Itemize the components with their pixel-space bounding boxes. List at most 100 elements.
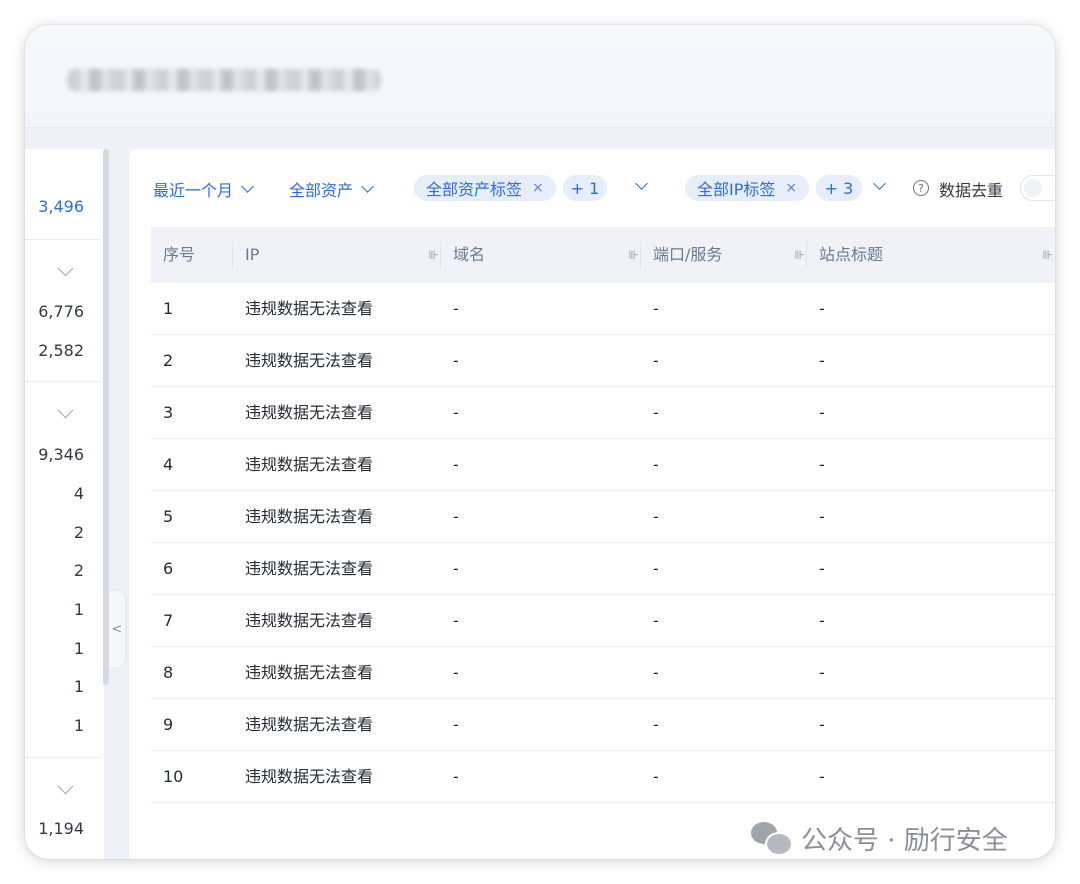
- main-panel: 最近一个月 全部资产 全部资产标签 × + 1 全部IP标签 × + 3 ? 数…: [129, 149, 1055, 859]
- blurred-page-title: [67, 69, 381, 91]
- table-row[interactable]: 6 违规数据无法查看 - - -: [151, 543, 1055, 595]
- chevron-down-icon: [361, 180, 374, 193]
- divider: [25, 239, 101, 240]
- table-row[interactable]: 7 违规数据无法查看 - - -: [151, 595, 1055, 647]
- table-cell: -: [453, 559, 459, 578]
- table-cell: -: [453, 767, 459, 786]
- table-cell: 3: [163, 403, 174, 422]
- ip-tag-chip[interactable]: 全部IP标签 ×: [685, 175, 810, 201]
- dedup-label: 数据去重: [939, 181, 1004, 200]
- table-cell: 6: [163, 559, 174, 578]
- table-cell: 违规数据无法查看: [245, 351, 374, 370]
- column-resize-icon[interactable]: ⊪: [429, 227, 439, 283]
- top-bar: [25, 25, 1055, 128]
- close-icon[interactable]: ×: [785, 180, 797, 196]
- table-row[interactable]: 5 违规数据无法查看 - - -: [151, 491, 1055, 543]
- stat-value[interactable]: 6,776: [38, 302, 84, 321]
- chevron-down-icon[interactable]: [635, 177, 648, 190]
- table-cell: -: [819, 403, 825, 422]
- dedup-toggle[interactable]: [1020, 175, 1055, 201]
- stat-total[interactable]: 3,496: [38, 197, 84, 216]
- table-cell: -: [819, 559, 825, 578]
- table-cell: -: [653, 507, 659, 526]
- table-row[interactable]: 9 违规数据无法查看 - - -: [151, 699, 1055, 751]
- table-cell: -: [653, 351, 659, 370]
- chevron-left-icon: <: [111, 621, 123, 637]
- chevron-down-icon[interactable]: [57, 402, 74, 419]
- table-row[interactable]: 4 违规数据无法查看 - - -: [151, 439, 1055, 491]
- left-stats-panel: 3,496 6,776 2,582 9,346 4 2 2 1 1 1 1 1,…: [25, 149, 104, 859]
- table-row[interactable]: 1 违规数据无法查看 - - -: [151, 283, 1055, 335]
- filter-bar: 最近一个月 全部资产 全部资产标签 × + 1 全部IP标签 × + 3 ? 数…: [129, 149, 1055, 227]
- asset-scope-dropdown[interactable]: 全部资产: [289, 177, 374, 201]
- table-cell: -: [653, 299, 659, 318]
- table-cell: 1: [163, 299, 174, 318]
- table-cell: 违规数据无法查看: [245, 663, 374, 682]
- stat-value[interactable]: 4: [74, 484, 84, 503]
- watermark: 公众号 · 励行安全: [751, 820, 1008, 857]
- table-header: 序号 IP ⊪ 域名 ⊪ 端口/服务 ⊪ 站点标题 ⊪: [151, 227, 1055, 283]
- chevron-down-icon[interactable]: [57, 778, 74, 795]
- stat-value[interactable]: 2,582: [38, 341, 84, 360]
- time-range-label: 最近一个月: [153, 181, 234, 200]
- table-row[interactable]: 8 违规数据无法查看 - - -: [151, 647, 1055, 699]
- stat-value[interactable]: 2: [74, 561, 84, 580]
- column-header[interactable]: 端口/服务 ⊪: [640, 227, 807, 283]
- table-cell: -: [819, 715, 825, 734]
- table-cell: -: [653, 663, 659, 682]
- table-cell: 违规数据无法查看: [245, 715, 374, 734]
- table-cell: 违规数据无法查看: [245, 507, 374, 526]
- table-body: 1 违规数据无法查看 - - - 2 违规数据无法查看 - - - 3 违规数据无法查看 - - - 4 违规数…: [151, 283, 1055, 803]
- column-resize-icon[interactable]: ⊪: [795, 227, 805, 283]
- table-cell: -: [453, 663, 459, 682]
- table-cell: -: [653, 403, 659, 422]
- stat-value[interactable]: 1: [74, 600, 84, 619]
- stat-value[interactable]: 1: [74, 677, 84, 696]
- asset-tag-more-chip[interactable]: + 1: [563, 175, 607, 201]
- collapse-panel-button[interactable]: <: [109, 591, 125, 667]
- table-cell: -: [453, 299, 459, 318]
- stat-value[interactable]: 1,194: [38, 819, 84, 838]
- column-header[interactable]: 序号: [151, 227, 233, 283]
- column-resize-icon[interactable]: ⊪: [629, 227, 639, 283]
- table-cell: -: [819, 663, 825, 682]
- table-cell: -: [819, 299, 825, 318]
- table-cell: 违规数据无法查看: [245, 299, 374, 318]
- table-cell: -: [653, 611, 659, 630]
- chevron-down-icon[interactable]: [873, 177, 886, 190]
- stat-value[interactable]: 911: [53, 858, 84, 859]
- asset-scope-label: 全部资产: [289, 181, 354, 200]
- column-header[interactable]: IP ⊪: [232, 227, 441, 283]
- table-cell: 7: [163, 611, 174, 630]
- table-cell: -: [453, 351, 459, 370]
- time-range-dropdown[interactable]: 最近一个月: [153, 177, 254, 201]
- table-row[interactable]: 2 违规数据无法查看 - - -: [151, 335, 1055, 387]
- column-header[interactable]: 站点标题 ⊪: [806, 227, 1055, 283]
- column-resize-icon[interactable]: ⊪: [1043, 227, 1053, 283]
- column-header[interactable]: 域名 ⊪: [440, 227, 641, 283]
- close-icon[interactable]: ×: [532, 180, 544, 196]
- table-row[interactable]: 10 违规数据无法查看 - - -: [151, 751, 1055, 803]
- table-cell: 10: [163, 767, 184, 786]
- table-cell: 违规数据无法查看: [245, 559, 374, 578]
- ip-tag-more-chip[interactable]: + 3: [816, 175, 862, 201]
- stat-value[interactable]: 2: [74, 523, 84, 542]
- table-cell: 9: [163, 715, 174, 734]
- asset-tag-chip[interactable]: 全部资产标签 ×: [414, 175, 556, 201]
- app-window: 3,496 6,776 2,582 9,346 4 2 2 1 1 1 1 1,…: [25, 25, 1055, 859]
- chevron-down-icon: [241, 180, 254, 193]
- table-cell: 8: [163, 663, 174, 682]
- table-cell: -: [819, 507, 825, 526]
- help-icon[interactable]: ?: [913, 180, 929, 196]
- ip-tag-label: 全部IP标签: [697, 180, 776, 199]
- table-cell: -: [653, 715, 659, 734]
- stat-value[interactable]: 1: [74, 639, 84, 658]
- stat-value[interactable]: 9,346: [38, 445, 84, 464]
- table-row[interactable]: 3 违规数据无法查看 - - -: [151, 387, 1055, 439]
- table-cell: 违规数据无法查看: [245, 455, 374, 474]
- table-cell: 5: [163, 507, 174, 526]
- table-cell: -: [453, 455, 459, 474]
- chevron-down-icon[interactable]: [57, 260, 74, 277]
- stat-value[interactable]: 1: [74, 716, 84, 735]
- divider: [25, 381, 101, 382]
